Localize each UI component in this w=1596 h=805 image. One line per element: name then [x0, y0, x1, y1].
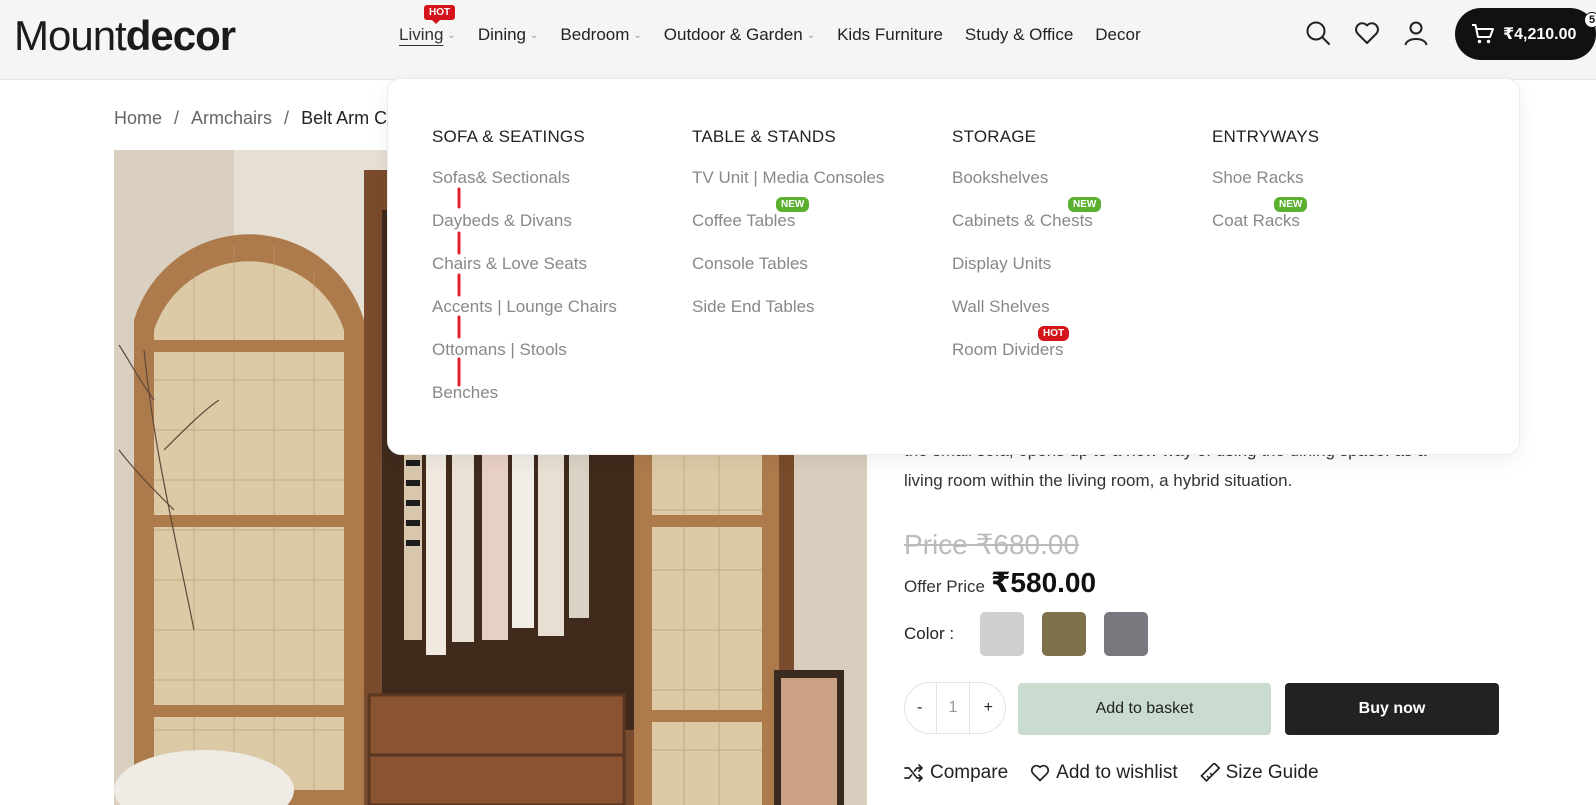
menu-column-entryways: ENTRYWAYS Shoe Racks Coat Racks NEW [1212, 127, 1319, 253]
size-guide-link[interactable]: Size Guide [1199, 762, 1319, 784]
menu-item-label: Coat Racks [1212, 211, 1300, 230]
nav-label: Dining [477, 25, 527, 44]
nav-label: Study & Office [964, 25, 1074, 44]
product-actions: Compare Add to wishlist Size Guide [904, 762, 1341, 784]
compare-label: Compare [930, 762, 1009, 783]
quantity-stepper: - 1 + [904, 682, 1006, 734]
add-to-basket-button[interactable]: Add to basket [1018, 683, 1271, 735]
menu-item-label: Room Dividers [952, 340, 1064, 359]
user-icon[interactable] [1401, 18, 1431, 48]
nav-hot-badge: HOT [424, 5, 456, 24]
new-badge: NEW [1068, 197, 1102, 212]
menu-item-label: Coffee Tables [692, 211, 796, 230]
nav-label: Decor [1095, 25, 1141, 44]
breadcrumb-home[interactable]: Home [114, 108, 162, 129]
qty-minus-button[interactable]: - [917, 699, 922, 717]
compare-link[interactable]: Compare [904, 762, 1008, 784]
color-swatch-light-grey[interactable] [980, 612, 1025, 656]
breadcrumb-category[interactable]: Armchairs [191, 108, 272, 129]
menu-item-console-tables[interactable]: Console Tables [692, 253, 884, 296]
qty-input[interactable]: 1 [935, 683, 970, 733]
description-line: living room within the living room, a hy… [904, 471, 1293, 490]
brand-logo[interactable]: Mountdecor [14, 12, 236, 60]
color-swatch-olive[interactable] [1042, 612, 1087, 656]
heart-icon[interactable] [1352, 18, 1382, 48]
color-selector: Color : [904, 612, 1166, 656]
search-icon[interactable] [1303, 18, 1333, 48]
chevron-down-icon: ⌄ [633, 29, 642, 41]
logo-part-1: Mount [14, 12, 127, 59]
cart-total: ₹4,210.00 [1503, 26, 1577, 43]
add-to-wishlist-link[interactable]: Add to wishlist [1030, 762, 1178, 784]
breadcrumb: Home / Armchairs / Belt Arm C [114, 108, 399, 129]
nav-item-dining[interactable]: Dining ⌄ [478, 25, 539, 45]
offer-price-label: Offer Price [904, 577, 985, 596]
menu-column-storage: STORAGE Bookshelves Cabinets & Chests NE… [952, 127, 1102, 382]
cart-count-badge: 5 [1584, 12, 1596, 28]
qty-plus-button[interactable]: + [984, 699, 993, 717]
logo-part-2: decor [125, 12, 236, 59]
chevron-down-icon: ⌄ [447, 29, 456, 41]
main-nav: HOT Living ⌄ Dining ⌄ Bedroom ⌄ Outdoor & G… [399, 5, 1163, 50]
menu-item-room-dividers[interactable]: Room Dividers HOT [952, 326, 1093, 382]
size-guide-label: Size Guide [1225, 762, 1319, 783]
nav-label: Bedroom [560, 25, 630, 44]
site-header: Mountdecor HOT Living ⌄ Dining ⌄ Bedroom ⌄ … [0, 0, 1596, 80]
nav-item-living[interactable]: HOT Living ⌄ [399, 5, 456, 45]
breadcrumb-current: Belt Arm C [301, 108, 388, 128]
hot-badge: HOT [1038, 326, 1070, 341]
chevron-down-icon: ⌄ [530, 29, 539, 41]
menu-column-title: TABLE & STANDS [692, 127, 836, 146]
living-mega-menu: SOFA & SEATINGS Sofas& Sectionals Daybed… [387, 78, 1520, 455]
menu-item-wall-shelves[interactable]: Wall Shelves [952, 296, 1093, 339]
nav-label: Kids Furniture [837, 25, 943, 44]
nav-label: Outdoor & Garden [663, 25, 803, 44]
new-badge: NEW [1274, 197, 1308, 212]
breadcrumb-separator: / [174, 108, 180, 128]
nav-item-kids-furniture[interactable]: Kids Furniture [837, 25, 943, 45]
cart-button[interactable]: ₹4,210.00 5 [1455, 8, 1596, 60]
menu-column-title: STORAGE [952, 127, 1037, 146]
nav-item-outdoor-garden[interactable]: Outdoor & Garden ⌄ [664, 25, 815, 45]
heart-icon [1031, 764, 1050, 782]
nav-label: Living [399, 25, 444, 44]
menu-item-cabinets-chests[interactable]: Cabinets & Chests NEW [952, 197, 1102, 253]
wishlist-label: Add to wishlist [1056, 762, 1178, 783]
offer-price-value: ₹580.00 [990, 567, 1097, 598]
menu-item-coat-racks[interactable]: Coat Racks NEW [1212, 197, 1319, 253]
cart-icon [1472, 24, 1494, 44]
color-swatch-slate[interactable] [1104, 612, 1149, 656]
chevron-down-icon: ⌄ [806, 29, 816, 41]
menu-item-coffee-tables[interactable]: Coffee Tables NEW [692, 197, 884, 253]
nav-item-study-office[interactable]: Study & Office [965, 25, 1073, 45]
menu-column-title: ENTRYWAYS [1212, 127, 1320, 146]
red-dash-annotation [457, 187, 461, 387]
breadcrumb-separator: / [284, 108, 290, 128]
buy-now-button[interactable]: Buy now [1285, 683, 1499, 735]
color-label: Color : [904, 624, 955, 643]
new-badge: NEW [776, 197, 810, 212]
nav-item-bedroom[interactable]: Bedroom ⌄ [560, 25, 641, 45]
menu-column-title: SOFA & SEATINGS [432, 127, 585, 146]
shuffle-icon [904, 764, 923, 782]
menu-item-label: Cabinets & Chests [952, 211, 1093, 230]
menu-item-side-end-tables[interactable]: Side End Tables [692, 296, 884, 339]
old-price: Price ₹680.00 [904, 529, 1080, 560]
ruler-icon [1199, 763, 1220, 782]
menu-item-display-units[interactable]: Display Units [952, 253, 1093, 296]
nav-item-decor[interactable]: Decor [1095, 25, 1140, 45]
header-icons [1303, 18, 1450, 48]
offer-price-row: Offer Price ₹580.00 [904, 566, 1096, 599]
menu-column-table-stands: TABLE & STANDS TV Unit | Media Consoles … [692, 127, 884, 339]
